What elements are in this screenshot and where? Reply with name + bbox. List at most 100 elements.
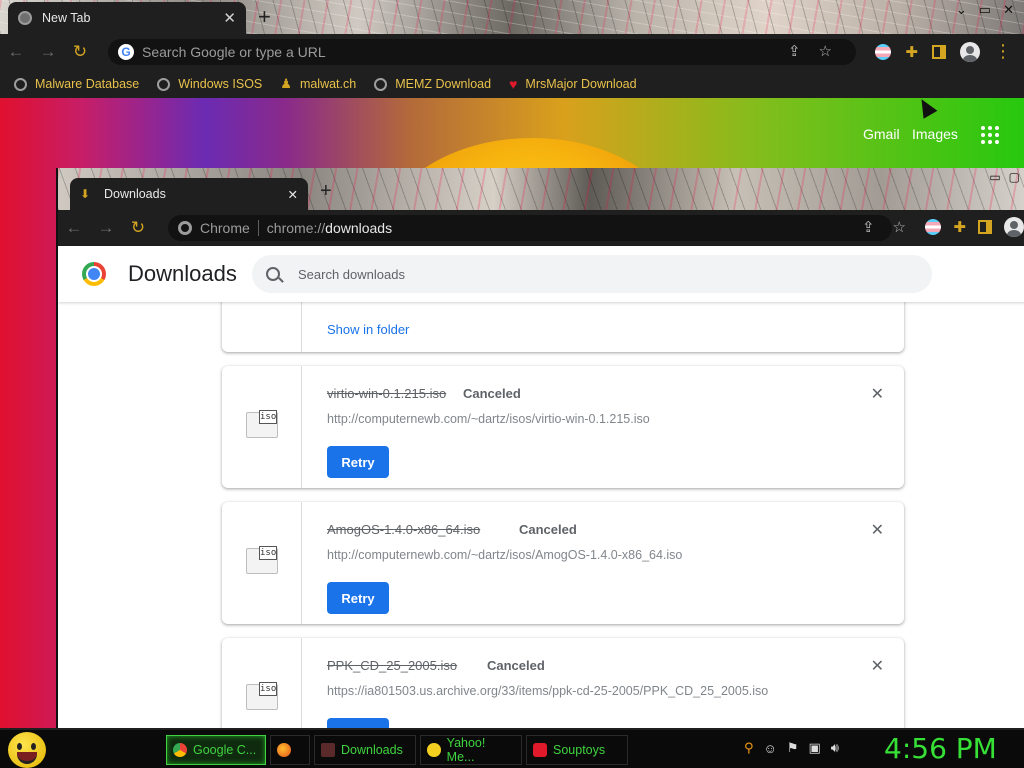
window-controls: ▭ ▢: [989, 170, 1020, 184]
forward-arrow-icon[interactable]: →: [90, 218, 122, 238]
task-label: Yahoo! Me...: [446, 736, 486, 764]
download-url[interactable]: http://computernewb.com/~dartz/isos/Amog…: [327, 548, 682, 562]
iso-file-icon: iso: [246, 546, 278, 574]
tab-close-icon[interactable]: ✕: [288, 187, 298, 202]
bookmark-windows-isos[interactable]: Windows ISOS: [157, 77, 262, 91]
side-panel-icon[interactable]: [932, 44, 946, 59]
images-link[interactable]: Images: [912, 126, 958, 142]
tab-downloads[interactable]: ⬇ Downloads ✕: [70, 178, 308, 210]
download-card: iso AmogOS-1.4.0-x86_64.iso Canceled htt…: [222, 502, 904, 624]
google-apps-grid-icon[interactable]: [981, 126, 999, 144]
taskbar-clock[interactable]: 4:56 PM: [884, 732, 997, 765]
reload-icon[interactable]: ↻: [64, 42, 96, 62]
close-window-icon[interactable]: ✕: [1003, 2, 1014, 18]
bookmark-star-icon[interactable]: ☆: [819, 42, 832, 60]
share-icon[interactable]: ⇪: [862, 218, 875, 236]
download-url[interactable]: https://ia801503.us.archive.org/33/items…: [327, 684, 768, 698]
minimize-window-icon[interactable]: ▭: [989, 170, 1000, 184]
side-panel-icon[interactable]: [978, 220, 992, 234]
omnibox[interactable]: G Search Google or type a URL: [108, 39, 856, 65]
downloads-tab-strip: ⬇ Downloads ✕ + ▭ ▢: [58, 168, 1024, 210]
url-host: downloads: [325, 220, 393, 236]
bookmark-label: MEMZ Download: [395, 77, 492, 91]
page-title: Downloads: [128, 261, 237, 286]
menu-kebab-icon[interactable]: ⋮: [994, 41, 1012, 62]
downloads-icon: [321, 743, 335, 757]
taskbar-item-firefox[interactable]: [270, 735, 310, 765]
search-downloads-input[interactable]: Search downloads: [252, 255, 932, 293]
restore-window-icon[interactable]: ▢: [1009, 170, 1020, 184]
bookmark-star-icon[interactable]: ☆: [893, 218, 906, 236]
globe-icon: [157, 77, 171, 91]
network-tray-icon[interactable]: ▣: [808, 740, 820, 756]
remove-download-close-icon[interactable]: ✕: [871, 520, 884, 540]
tab-new-tab[interactable]: New Tab ✕: [8, 2, 246, 34]
show-in-folder-link[interactable]: Show in folder: [327, 322, 409, 337]
bookmark-malware-database[interactable]: Malware Database: [14, 77, 139, 91]
search-tray-icon[interactable]: ⚲: [744, 740, 754, 756]
tab-search-icon[interactable]: ⌄: [956, 2, 967, 18]
trans-flag-extension-icon[interactable]: [875, 43, 892, 60]
taskbar-item-yahoo-messenger[interactable]: Yahoo! Me...: [420, 735, 522, 765]
profile-avatar-icon[interactable]: [960, 41, 980, 62]
retry-button[interactable]: Retry: [327, 718, 389, 728]
restore-window-icon[interactable]: ▭: [979, 2, 991, 18]
extensions-puzzle-icon[interactable]: ✚: [953, 218, 966, 236]
address-bar[interactable]: Chrome chrome:// downloads: [168, 215, 892, 241]
download-url[interactable]: http://computernewb.com/~dartz/isos/virt…: [327, 412, 650, 426]
omnibox-placeholder: Search Google or type a URL: [142, 44, 326, 60]
bookmark-label: Windows ISOS: [178, 77, 263, 91]
tab-close-icon[interactable]: ✕: [223, 9, 236, 27]
gmail-link[interactable]: Gmail: [863, 126, 900, 142]
remove-download-close-icon[interactable]: ✕: [871, 384, 884, 404]
taskbar-item-downloads[interactable]: Downloads: [314, 735, 416, 765]
bookmark-mrsmajor-download[interactable]: ♥ MrsMajor Download: [509, 76, 636, 92]
flag-tray-icon[interactable]: ⚑: [787, 740, 799, 756]
bookmark-memz-download[interactable]: MEMZ Download: [374, 77, 491, 91]
taskbar-item-souptoys[interactable]: Souptoys: [526, 735, 628, 765]
downloads-toolbar: ← → ↻ Chrome chrome:// downloads ⇪ ☆ ✚: [58, 210, 1024, 246]
downloads-favicon-icon: ⬇: [80, 187, 91, 201]
messenger-tray-icon[interactable]: ☺: [764, 741, 777, 756]
download-card: iso virtio-win-0.1.215.iso Canceled http…: [222, 366, 904, 488]
retry-button[interactable]: Retry: [327, 446, 389, 478]
remove-download-close-icon[interactable]: ✕: [871, 656, 884, 676]
new-tab-button[interactable]: +: [320, 180, 332, 203]
new-tab-button[interactable]: +: [258, 4, 271, 30]
downloads-window: ⬇ Downloads ✕ + ▭ ▢ ← → ↻ Chrome chrome:…: [56, 168, 1024, 728]
search-placeholder: Search downloads: [298, 266, 405, 282]
trans-flag-extension-icon[interactable]: [925, 219, 942, 235]
url-scheme: chrome://: [266, 220, 326, 236]
extensions-puzzle-icon[interactable]: ✚: [905, 43, 918, 61]
start-button-smiley-icon[interactable]: [8, 732, 46, 768]
bookmark-malwatch[interactable]: ♟ malwat.ch: [280, 76, 356, 92]
outer-toolbar: ← → ↻ G Search Google or type a URL ⇪ ☆ …: [0, 34, 1024, 70]
downloads-list[interactable]: Show in folder iso virtio-win-0.1.215.is…: [58, 246, 1024, 728]
souptoys-icon: [533, 743, 547, 757]
card-icon-column: iso: [222, 366, 302, 488]
task-label: Google C...: [193, 743, 257, 757]
back-arrow-icon[interactable]: ←: [0, 42, 32, 62]
forward-arrow-icon[interactable]: →: [32, 42, 64, 62]
download-filename[interactable]: PPK_CD_25_2005.iso: [327, 658, 457, 673]
taskbar: Google C... Downloads Yahoo! Me... Soupt…: [0, 728, 1024, 768]
download-status: Canceled: [519, 522, 577, 537]
tab-title: New Tab: [42, 11, 91, 25]
google-g-icon: G: [118, 44, 134, 60]
volume-tray-icon[interactable]: 🔊︎: [831, 740, 839, 756]
reload-icon[interactable]: ↻: [122, 218, 154, 238]
download-filename[interactable]: virtio-win-0.1.215.iso: [327, 386, 446, 401]
profile-avatar-icon[interactable]: [1004, 217, 1024, 237]
iso-file-icon: iso: [246, 410, 278, 438]
bookmark-label: malwat.ch: [299, 77, 357, 91]
back-arrow-icon[interactable]: ←: [58, 218, 90, 238]
url-chip: Chrome: [200, 220, 250, 236]
globe-icon: [374, 77, 388, 91]
retry-button[interactable]: Retry: [327, 582, 389, 614]
window-controls: ⌄ ▭ ✕: [956, 2, 1014, 18]
taskbar-item-google-chrome[interactable]: Google C...: [166, 735, 266, 765]
card-icon-column: iso: [222, 502, 302, 624]
bookmark-label: Malware Database: [35, 77, 140, 91]
download-filename[interactable]: AmogOS-1.4.0-x86_64.iso: [327, 522, 480, 537]
share-icon[interactable]: ⇪: [788, 42, 801, 60]
